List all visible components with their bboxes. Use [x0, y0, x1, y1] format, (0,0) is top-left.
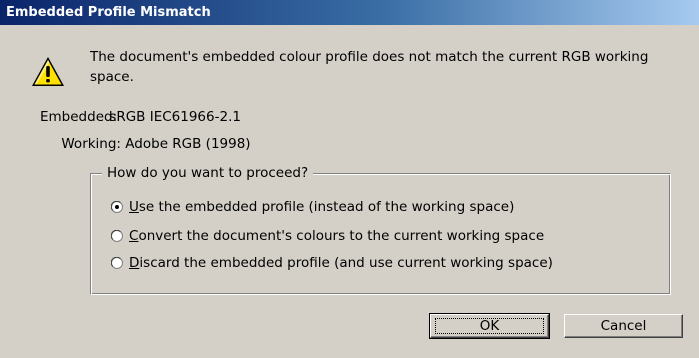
ok-button-label: OK [479, 318, 500, 334]
dialog-title: Embedded Profile Mismatch [6, 5, 211, 20]
working-value: Adobe RGB (1998) [125, 136, 251, 152]
embedded-profile-row: Embedded: sRGB IEC61966-2.1 [40, 108, 241, 126]
warning-icon [31, 55, 65, 89]
radio-button[interactable] [111, 230, 123, 242]
radio-convert-colours[interactable]: Convert the document's colours to the cu… [111, 227, 544, 245]
radio-label[interactable]: Convert the document's colours to the cu… [129, 227, 544, 245]
radio-button-selected[interactable] [111, 201, 123, 213]
radio-label[interactable]: Discard the embedded profile (and use cu… [129, 254, 553, 272]
ok-button[interactable]: OK [429, 313, 550, 339]
embedded-label: Embedded: [40, 109, 118, 125]
cancel-button[interactable]: Cancel [564, 314, 683, 338]
proceed-group-label: How do you want to proceed? [102, 165, 314, 182]
radio-discard-profile[interactable]: Discard the embedded profile (and use cu… [111, 254, 553, 272]
cancel-button-label: Cancel [600, 318, 647, 334]
radio-button[interactable] [111, 257, 123, 269]
radio-use-embedded[interactable]: Use the embedded profile (instead of the… [111, 198, 514, 216]
radio-label[interactable]: Use the embedded profile (instead of the… [129, 198, 514, 216]
embedded-value: sRGB IEC61966-2.1 [109, 109, 241, 125]
title-bar[interactable]: Embedded Profile Mismatch [0, 0, 699, 25]
working-label: Working: [61, 136, 121, 152]
working-profile-row: Working: Adobe RGB (1998) [56, 135, 251, 153]
mismatch-message: The document's embedded colour profile d… [90, 49, 649, 85]
dialog-window: Embedded Profile Mismatch The document's… [0, 0, 699, 358]
